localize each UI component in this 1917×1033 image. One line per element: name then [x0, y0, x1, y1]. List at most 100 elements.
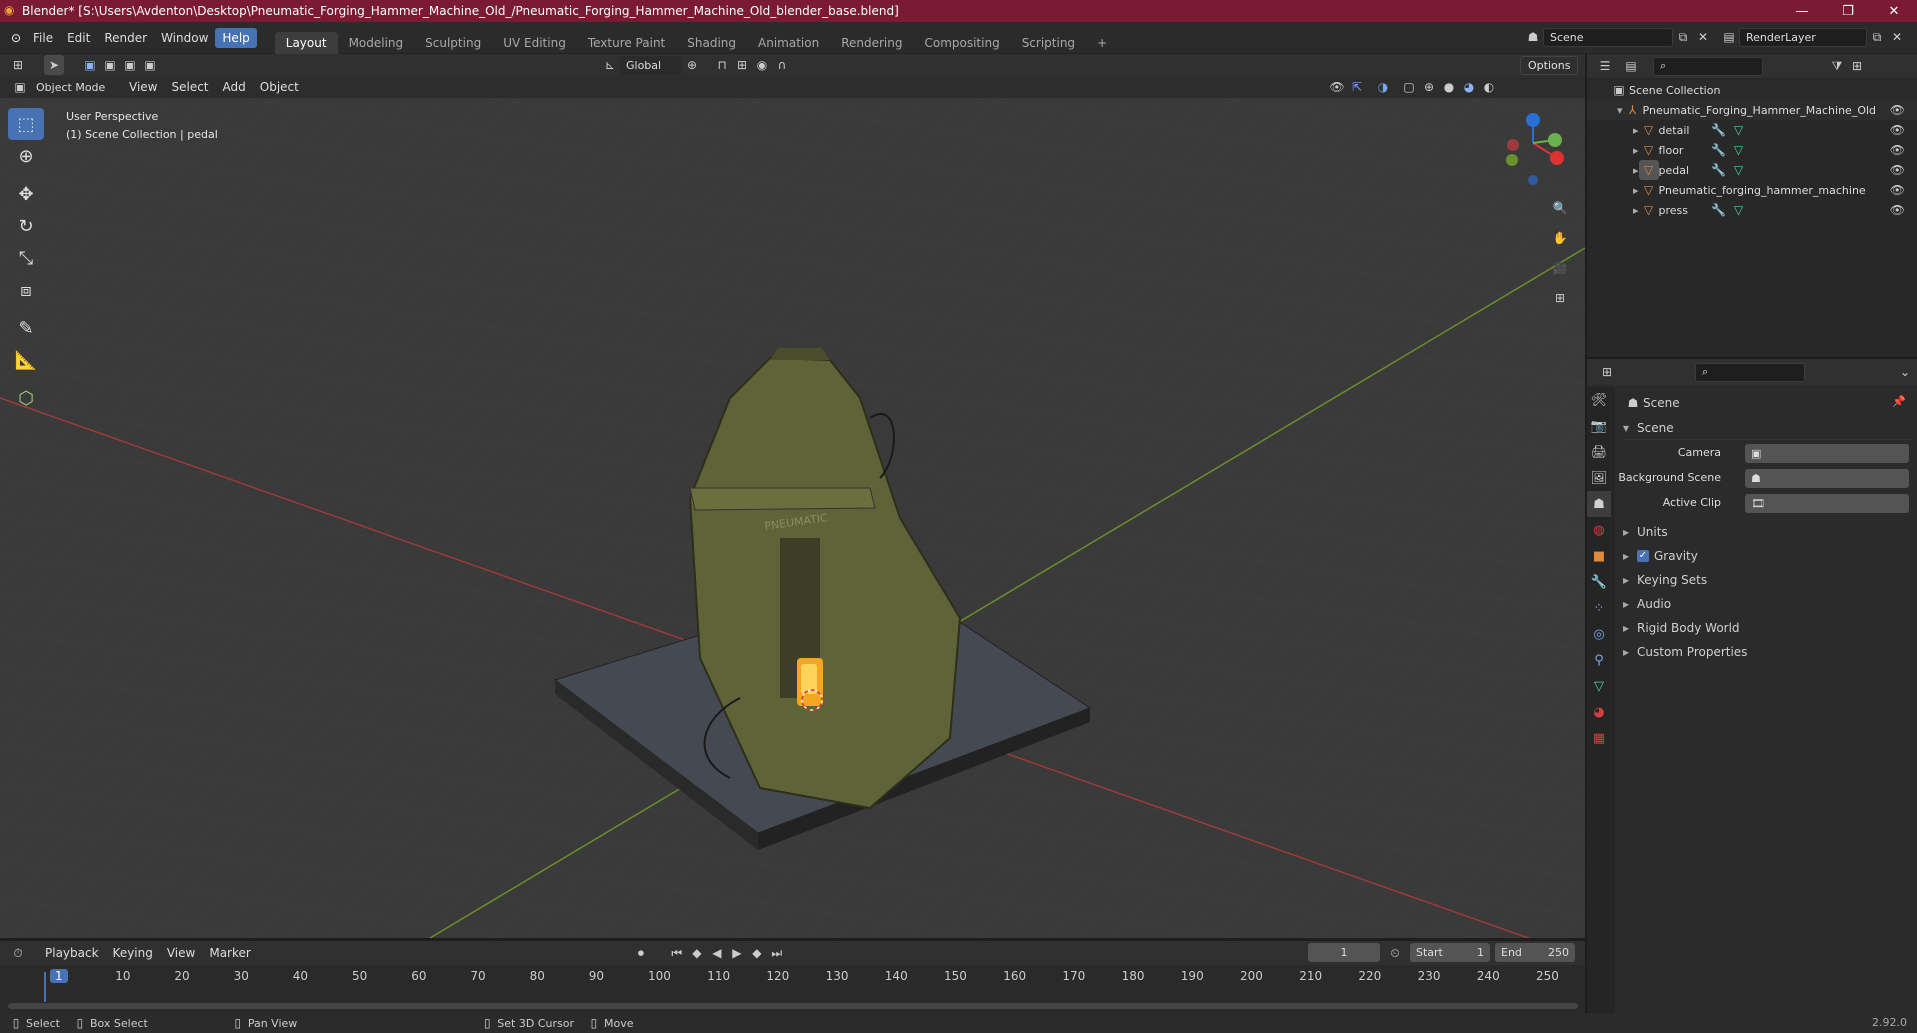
render-layer-selector[interactable]: RenderLayer	[1739, 27, 1867, 47]
background-scene-field[interactable]: ☗	[1745, 469, 1909, 488]
camera-view-icon[interactable]: 🎥	[1548, 253, 1572, 283]
tab-rendering[interactable]: Rendering	[830, 32, 913, 54]
material-shading-icon[interactable]: ◕	[1459, 77, 1479, 97]
audio-section[interactable]: ▸ Audio	[1623, 597, 1671, 611]
mesh-data-icon[interactable]: ▽	[1729, 160, 1749, 180]
viewport-menu-view[interactable]: View	[122, 77, 164, 97]
viewport-menu-add[interactable]: Add	[216, 77, 253, 97]
options-button[interactable]: Options	[1520, 56, 1579, 75]
pin-icon[interactable]: 📌	[1892, 395, 1906, 408]
menu-window[interactable]: Window	[154, 28, 215, 48]
falloff-icon[interactable]: ∩	[772, 55, 792, 75]
scale-tool-icon[interactable]: ⤡	[8, 242, 44, 274]
xray-icon[interactable]: ▢	[1399, 77, 1419, 97]
close-icon[interactable]: ✕	[1871, 0, 1917, 22]
perspective-toggle-icon[interactable]: ⊞	[1548, 283, 1572, 313]
filter-icon[interactable]: ⧩	[1827, 56, 1847, 76]
pan-hand-icon[interactable]: ✋	[1548, 223, 1572, 253]
proportional-edit-icon[interactable]: ◉	[752, 55, 772, 75]
select-extend-icon[interactable]: ▣	[100, 55, 120, 75]
select-invert-icon[interactable]: ▣	[140, 55, 160, 75]
measure-tool-icon[interactable]: 📐	[8, 344, 44, 376]
mesh-data-icon[interactable]: ▽	[1729, 140, 1749, 160]
visibility-eye-icon[interactable]: 👁	[1890, 143, 1905, 157]
delete-scene-icon[interactable]: ✕	[1693, 27, 1713, 47]
timeline-scrollbar[interactable]	[8, 1003, 1578, 1009]
tool-tab-icon[interactable]: 🛠	[1587, 387, 1611, 413]
new-collection-icon[interactable]: ⊞	[1847, 56, 1867, 76]
tab-modeling[interactable]: Modeling	[338, 32, 415, 54]
outliner-editor-icon[interactable]: ☰	[1595, 56, 1615, 76]
render-tab-icon[interactable]: 📷	[1587, 413, 1611, 439]
cursor-tool-icon[interactable]: ⊕	[8, 140, 44, 172]
rigid-body-world-section[interactable]: ▸ Rigid Body World	[1623, 621, 1740, 635]
world-tab-icon[interactable]: ◍	[1587, 517, 1611, 543]
minimize-icon[interactable]: —	[1779, 0, 1825, 22]
modifier-wrench-icon[interactable]: 🔧	[1709, 160, 1729, 180]
outliner-item-detail[interactable]: ▸ ▽ detail 🔧 ▽ 👁	[1587, 120, 1917, 140]
pivot-point-icon[interactable]: ⊕	[682, 55, 702, 75]
tab-compositing[interactable]: Compositing	[913, 32, 1010, 54]
gravity-checkbox[interactable]: ✓	[1637, 550, 1649, 562]
editor-type-icon[interactable]: ⊞	[8, 55, 28, 75]
keying-sets-section[interactable]: ▸ Keying Sets	[1623, 573, 1707, 587]
mesh-data-icon[interactable]: ▽	[1729, 200, 1749, 220]
mode-select[interactable]: Object Mode	[30, 78, 122, 97]
restore-icon[interactable]: ❐	[1825, 0, 1871, 22]
scene-tab-icon[interactable]: ☗	[1587, 491, 1611, 517]
visibility-eye-icon[interactable]: 👁	[1890, 103, 1905, 117]
gizmo-icon[interactable]: ⇱	[1347, 77, 1367, 97]
solid-shading-icon[interactable]: ●	[1439, 77, 1459, 97]
constraints-tab-icon[interactable]: ⚲	[1587, 647, 1611, 673]
scene-icon[interactable]: ☗	[1523, 27, 1543, 47]
active-clip-field[interactable]: 🎞	[1745, 494, 1909, 513]
blender-menu-icon[interactable]: ⊙	[6, 28, 26, 48]
custom-properties-section[interactable]: ▸ Custom Properties	[1623, 645, 1747, 659]
properties-editor-icon[interactable]: ⊞	[1597, 362, 1617, 382]
texture-tab-icon[interactable]: ▦	[1587, 725, 1611, 751]
zoom-icon[interactable]: 🔍	[1548, 193, 1572, 223]
new-scene-icon[interactable]: ⧉	[1673, 27, 1693, 47]
output-tab-icon[interactable]: 🖨	[1587, 439, 1611, 465]
menu-edit[interactable]: Edit	[60, 28, 97, 48]
menu-help[interactable]: Help	[215, 27, 257, 48]
object-tab-icon[interactable]: ■	[1587, 543, 1611, 569]
delete-layer-icon[interactable]: ✕	[1887, 27, 1907, 47]
modifier-wrench-icon[interactable]: 🔧	[1709, 120, 1729, 140]
outliner-collection-row[interactable]: ▾ ⅄ Pneumatic_Forging_Hammer_Machine_Old…	[1587, 100, 1917, 120]
tab-shading[interactable]: Shading	[676, 32, 747, 54]
menu-render[interactable]: Render	[97, 28, 154, 48]
select-new-icon[interactable]: ▣	[80, 55, 100, 75]
outliner-scene-collection[interactable]: ▣ Scene Collection	[1587, 80, 1917, 100]
visibility-icon[interactable]: 👁	[1327, 77, 1347, 97]
gravity-section[interactable]: ▸ ✓ Gravity	[1623, 549, 1698, 563]
menu-file[interactable]: File	[26, 28, 60, 48]
mesh-data-icon[interactable]: ▽	[1729, 120, 1749, 140]
select-box-tool-icon[interactable]: ⬚	[8, 108, 44, 140]
particles-tab-icon[interactable]: ⁘	[1587, 595, 1611, 621]
viewport-menu-object[interactable]: Object	[253, 77, 306, 97]
snap-target-icon[interactable]: ⊞	[732, 55, 752, 75]
visibility-eye-icon[interactable]: 👁	[1890, 203, 1905, 217]
select-subtract-icon[interactable]: ▣	[120, 55, 140, 75]
tab-texture-paint[interactable]: Texture Paint	[577, 32, 676, 54]
wireframe-shading-icon[interactable]: ⊕	[1419, 77, 1439, 97]
move-tool-icon[interactable]: ✥	[8, 178, 44, 210]
outliner-search-input[interactable]: ⌕	[1653, 56, 1763, 76]
overlay-icon[interactable]: ◑	[1373, 77, 1393, 97]
modifier-wrench-icon[interactable]: 🔧	[1709, 140, 1729, 160]
data-tab-icon[interactable]: ▽	[1587, 673, 1611, 699]
transform-tool-icon[interactable]: ⧈	[8, 274, 44, 306]
select-tool-icon[interactable]: ➤	[44, 55, 64, 75]
rendered-shading-icon[interactable]: ◐	[1479, 77, 1499, 97]
outliner-item-pedal[interactable]: ▸ ▽ pedal 🔧 ▽ 👁	[1587, 160, 1917, 180]
scene-selector[interactable]: Scene	[1543, 27, 1673, 47]
annotate-tool-icon[interactable]: ✎	[8, 312, 44, 344]
viewport-menu-select[interactable]: Select	[164, 77, 215, 97]
outliner-item-press[interactable]: ▸ ▽ press 🔧 ▽ 👁	[1587, 200, 1917, 220]
properties-search-input[interactable]: ⌕	[1695, 362, 1805, 382]
new-layer-icon[interactable]: ⧉	[1867, 27, 1887, 47]
modifier-tab-icon[interactable]: 🔧	[1587, 569, 1611, 595]
outliner-item-floor[interactable]: ▸ ▽ floor 🔧 ▽ 👁	[1587, 140, 1917, 160]
camera-field[interactable]: ▣	[1745, 444, 1909, 463]
